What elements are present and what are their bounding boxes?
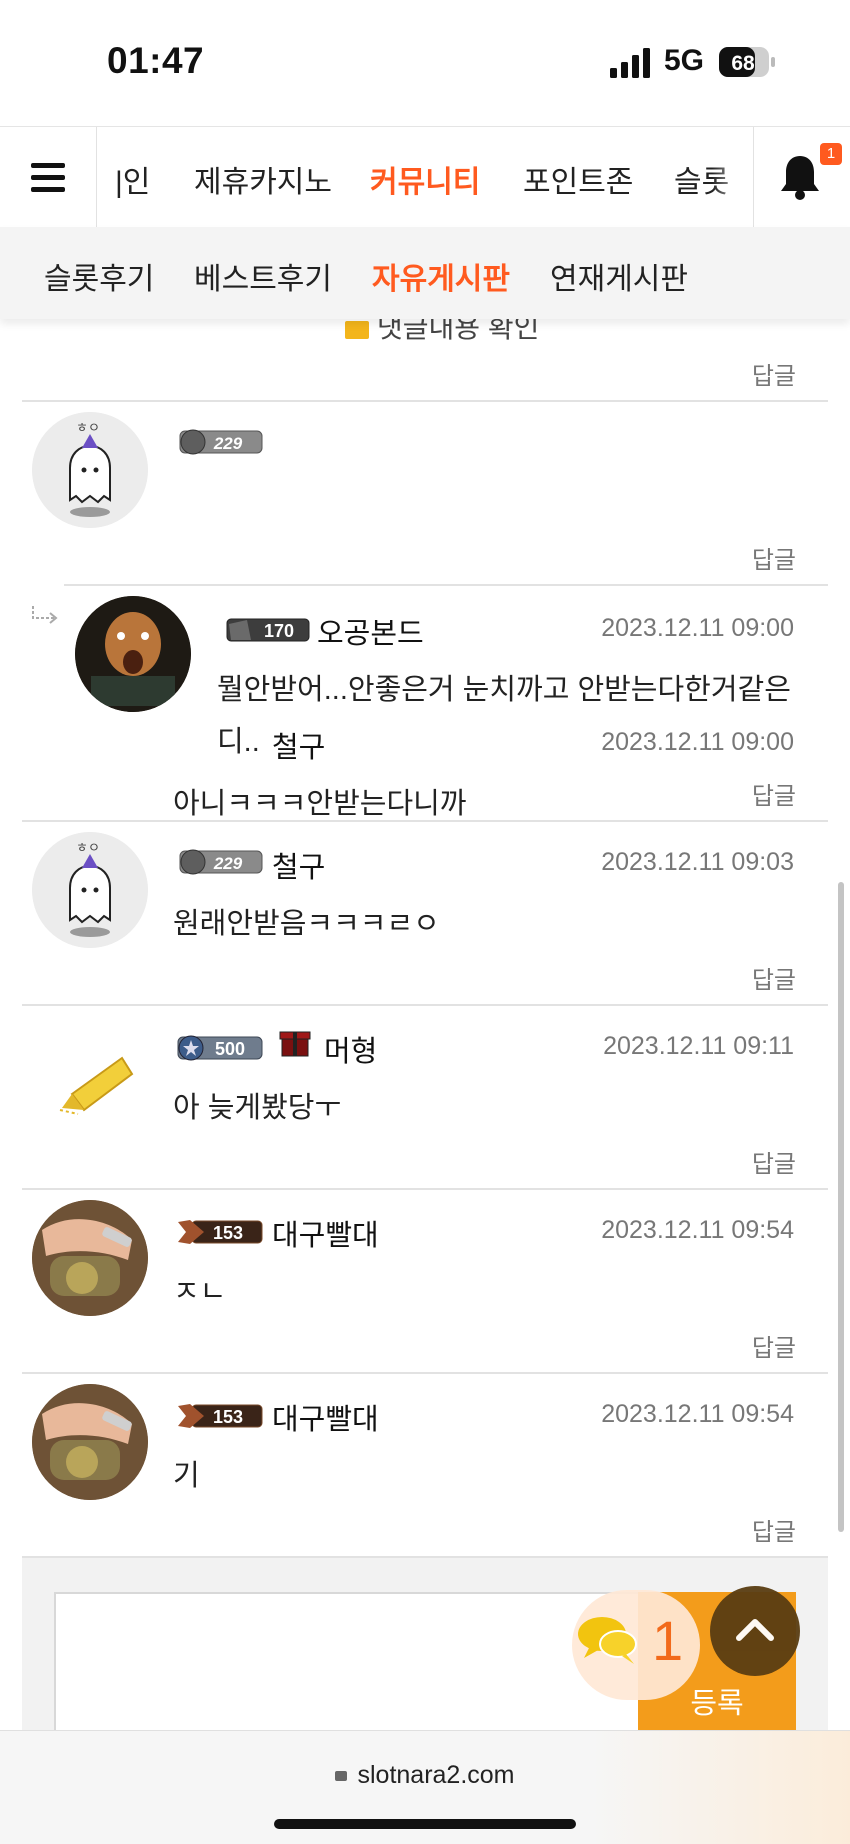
comment-textarea[interactable] <box>54 1592 644 1732</box>
scroll-top-button[interactable] <box>710 1586 800 1676</box>
chevron-up-icon <box>736 1619 774 1641</box>
person-photo-icon <box>75 596 191 712</box>
menu-bar-icon <box>31 163 65 168</box>
url-display[interactable]: slotnara2.com <box>0 1761 850 1790</box>
svg-text:500: 500 <box>215 1039 245 1059</box>
battery-level: 68 <box>731 52 755 75</box>
comment-count-button[interactable]: 1 <box>572 1590 700 1700</box>
subnav-slot-review[interactable]: 슬롯후기 <box>44 254 154 298</box>
reply-button[interactable]: 답글 <box>752 1144 796 1179</box>
url-text: slotnara2.com <box>357 1761 515 1789</box>
envelope-icon <box>345 320 369 339</box>
comment-date: 2023.12.11 09:03 <box>601 848 794 876</box>
level-badge-icon: 153 <box>178 1220 263 1244</box>
divider <box>22 400 828 402</box>
comment-date: 2023.12.11 09:54 <box>601 1400 794 1428</box>
comment-text: 아 늦게봤당ㅜ <box>173 1092 342 1124</box>
comment-nickname[interactable]: 대구빨대 <box>272 1396 379 1438</box>
tab-community[interactable]: 커뮤니티 <box>370 157 480 201</box>
comment-count: 1 <box>652 1609 684 1672</box>
comment-date: 2023.12.11 09:00 <box>601 614 794 642</box>
hand-photo-icon <box>32 1384 148 1500</box>
comment-date: 2023.12.11 09:11 <box>603 1032 794 1060</box>
photo-avatar <box>75 596 191 712</box>
status-bar: 01:47 5G 68 <box>0 0 850 125</box>
comment-text-line: 디.. <box>217 726 260 758</box>
reply-button[interactable]: 답글 <box>752 1512 796 1547</box>
divider <box>22 1188 828 1190</box>
home-indicator[interactable] <box>274 1819 576 1829</box>
level-badge-icon: 500 <box>177 1035 263 1061</box>
tabs-fade <box>712 127 752 227</box>
bell-icon <box>781 156 819 200</box>
level-badge-icon: 229 <box>179 849 263 875</box>
comment-list: 댓글내용 확인 답글 ㅎㅇ 229 철구 2023.12.11 09:00 아니… <box>0 300 850 1730</box>
comment-date: 2023.12.11 09:54 <box>601 1216 794 1244</box>
level-badge-icon: 153 <box>178 1404 263 1428</box>
svg-text:ㅎㅇ: ㅎㅇ <box>76 421 100 436</box>
menu-bar-icon <box>31 175 65 180</box>
comment-text: 원래안받음ㅋㅋㅋㄹㅇ <box>173 908 440 940</box>
tab-point-zone[interactable]: 포인트존 <box>523 157 633 201</box>
reply-button[interactable]: 답글 <box>752 960 796 995</box>
ghost-avatar: ㅎㅇ <box>32 412 148 528</box>
svg-text:153: 153 <box>213 1223 243 1243</box>
comment-nickname[interactable]: 머형 <box>324 1028 377 1070</box>
main-nav: |인 제휴카지노 커뮤니티 포인트존 슬롯 1 <box>0 126 850 228</box>
ghost-icon: ㅎㅇ <box>32 832 148 948</box>
hamburger-menu-button[interactable] <box>0 127 97 227</box>
clock: 01:47 <box>107 40 205 81</box>
ghost-avatar: ㅎㅇ <box>32 832 148 948</box>
divider <box>22 1372 828 1374</box>
comment-text-line: 뭘안받어...안좋은거 눈치까고 안받는다한거같은 <box>217 674 791 706</box>
menu-bar-icon <box>31 187 65 192</box>
network-label: 5G <box>664 44 705 77</box>
lock-icon <box>335 1771 348 1781</box>
divider <box>22 820 828 822</box>
ghost-icon: ㅎㅇ <box>32 412 148 528</box>
svg-text:229: 229 <box>213 854 243 873</box>
marker-avatar <box>32 1016 148 1132</box>
comment-text: 뭘안받어...안좋은거 눈치까고 안받는다한거같은 디.. <box>217 664 817 768</box>
divider <box>64 584 828 586</box>
battery-icon: 68 <box>719 47 775 77</box>
tab-login[interactable]: |인 <box>115 157 150 201</box>
comment-nickname[interactable]: 대구빨대 <box>272 1212 379 1254</box>
hand-photo-icon <box>32 1200 148 1316</box>
svg-text:170: 170 <box>264 621 294 641</box>
gift-icon <box>279 1031 311 1057</box>
comment-text: 기 <box>173 1460 200 1492</box>
reply-button[interactable]: 답글 <box>752 776 796 811</box>
chat-bubble-icon <box>578 1617 637 1664</box>
scrollbar[interactable] <box>838 882 844 1532</box>
signal-icon <box>610 48 650 78</box>
reply-arrow-icon <box>32 606 58 624</box>
comment-nickname[interactable]: 오공본드 <box>317 610 424 652</box>
subnav-free-board[interactable]: 자유게시판 <box>372 254 510 298</box>
hand-avatar <box>32 1384 148 1500</box>
notification-button[interactable]: 1 <box>753 127 850 227</box>
sub-nav: 슬롯후기 베스트후기 자유게시판 연재게시판 <box>0 227 850 319</box>
marker-icon <box>59 1056 134 1115</box>
svg-text:153: 153 <box>213 1407 243 1427</box>
svg-text:ㅎㅇ: ㅎㅇ <box>76 841 100 856</box>
reply-button[interactable]: 답글 <box>752 356 796 391</box>
notification-badge: 1 <box>820 143 842 165</box>
comment-text: ㅈㄴ <box>173 1276 227 1308</box>
comment-text: 아니ㅋㅋㅋ안받는다니까 <box>173 788 467 820</box>
reply-button[interactable]: 답글 <box>752 1328 796 1363</box>
browser-url-bar[interactable]: slotnara2.com <box>0 1730 850 1844</box>
level-badge-icon: 170 <box>226 618 310 642</box>
subnav-series-board[interactable]: 연재게시판 <box>550 254 688 298</box>
svg-text:229: 229 <box>213 434 243 453</box>
hand-avatar <box>32 1200 148 1316</box>
divider <box>22 1004 828 1006</box>
reply-button[interactable]: 답글 <box>752 540 796 575</box>
comment-nickname[interactable]: 철구 <box>272 844 325 886</box>
level-badge-icon: 229 <box>179 429 263 455</box>
tab-partner-casino[interactable]: 제휴카지노 <box>194 157 332 201</box>
subnav-best-review[interactable]: 베스트후기 <box>194 254 332 298</box>
nav-tabs: |인 제휴카지노 커뮤니티 포인트존 슬롯 <box>97 127 752 227</box>
